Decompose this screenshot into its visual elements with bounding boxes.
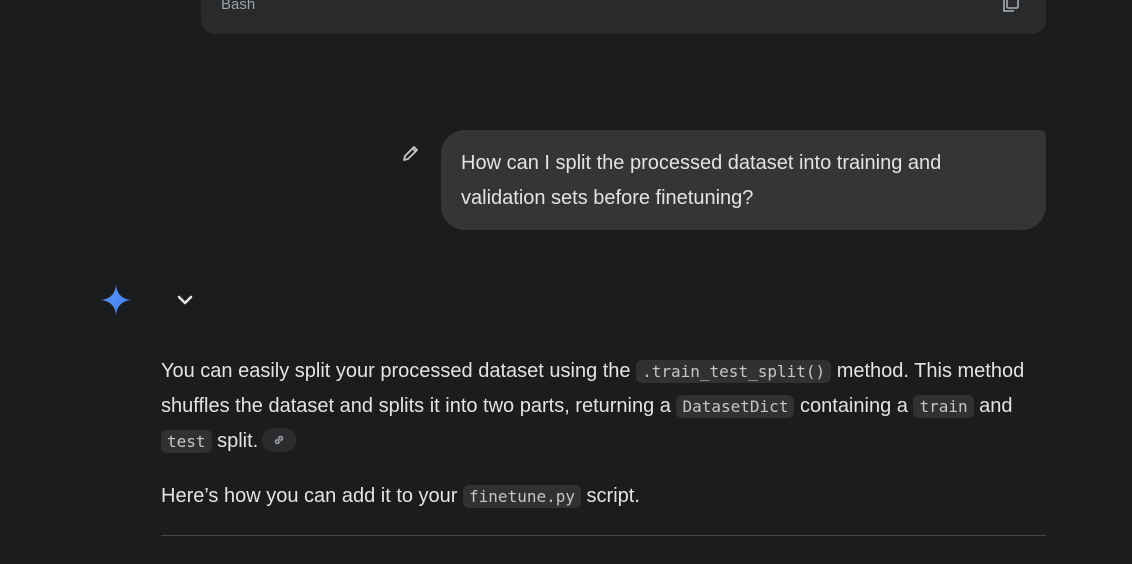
response-text: script. xyxy=(581,485,640,507)
edit-icon[interactable] xyxy=(400,142,422,164)
code-language-label: Bash xyxy=(221,0,256,13)
copy-icon[interactable] xyxy=(1002,0,1020,13)
inline-code-test: test xyxy=(161,430,212,453)
response-text: You can easily split your processed data… xyxy=(161,360,637,382)
response-text: split. xyxy=(211,430,259,452)
user-message-bubble: How can I split the processed dataset in… xyxy=(441,130,1046,230)
code-block-footer: Bash xyxy=(201,0,1046,34)
gemini-spark-icon xyxy=(100,284,132,316)
response-paragraph-1: You can easily split your processed data… xyxy=(161,354,1041,459)
inline-code-train-test-split: .train_test_split() xyxy=(636,360,832,383)
source-link-chip[interactable] xyxy=(262,427,297,452)
divider xyxy=(161,535,1046,536)
response-text: Here’s how you can add it to your xyxy=(161,485,464,507)
user-message-text: How can I split the processed dataset in… xyxy=(461,152,942,209)
link-icon xyxy=(274,435,284,444)
response-text: containing a xyxy=(794,395,914,417)
assistant-response: You can easily split your processed data… xyxy=(161,354,1041,534)
chat-page: Bash How can I split the processed datas… xyxy=(0,0,1132,564)
inline-code-datasetdict: DatasetDict xyxy=(676,395,795,418)
chevron-down-icon[interactable] xyxy=(170,285,200,315)
inline-code-finetune-py: finetune.py xyxy=(463,485,581,508)
response-paragraph-2: Here’s how you can add it to your finetu… xyxy=(161,479,1041,514)
inline-code-train: train xyxy=(913,395,974,418)
response-text: and xyxy=(973,395,1013,417)
